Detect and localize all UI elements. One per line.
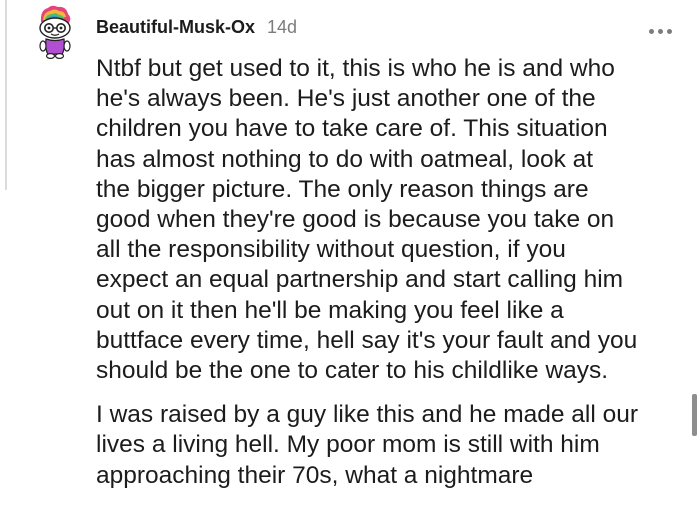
comment-author[interactable]: Beautiful-Musk-Ox [96,17,255,38]
comment-age: 14d [267,17,298,37]
more-horizontal-icon-dot [666,28,672,34]
comment-line: good when they're good is because you ta… [96,206,615,234]
comment-body: Ntbf but get used to it, this is who he … [96,54,686,491]
comment-line: he's always been. He's just another one … [96,85,596,113]
more-horizontal-icon-dot [657,28,663,34]
comment-line: buttface every time, hell say it's your … [96,326,638,354]
more-options-button[interactable] [642,20,678,42]
comment-line: approaching their 70s, what a nightmare [96,461,534,489]
comment-header: Beautiful-Musk-Ox 14d [96,17,297,38]
thread-line[interactable] [5,0,7,190]
comment-line: expect an equal partnership and start ca… [96,266,624,294]
comment-line: all the responsibility without question,… [96,236,566,264]
comment-paragraph: Ntbf but get used to it, this is who he … [96,54,686,386]
comment-paragraph: I was raised by a guy like this and he m… [96,400,686,491]
comment-line: Ntbf but get used to it, this is who he … [96,55,615,82]
comment-line: the bigger picture. The only reason thin… [96,175,589,203]
more-horizontal-icon [648,28,654,34]
user-avatar[interactable] [34,4,76,60]
snoo-avatar-icon [39,5,71,59]
scrollbar-thumb[interactable] [692,394,697,436]
comment-line: I was raised by a guy like this and he m… [96,401,639,429]
comment-line: lives a living hell. My poor mom is stil… [96,431,600,459]
comment-line: should be the one to cater to his childl… [96,357,609,385]
comment-line: out on it then he'll be making you feel … [96,296,564,324]
comment-line: children you have to take care of. This … [96,115,608,143]
comment-line: has almost nothing to do with oatmeal, l… [96,145,594,173]
